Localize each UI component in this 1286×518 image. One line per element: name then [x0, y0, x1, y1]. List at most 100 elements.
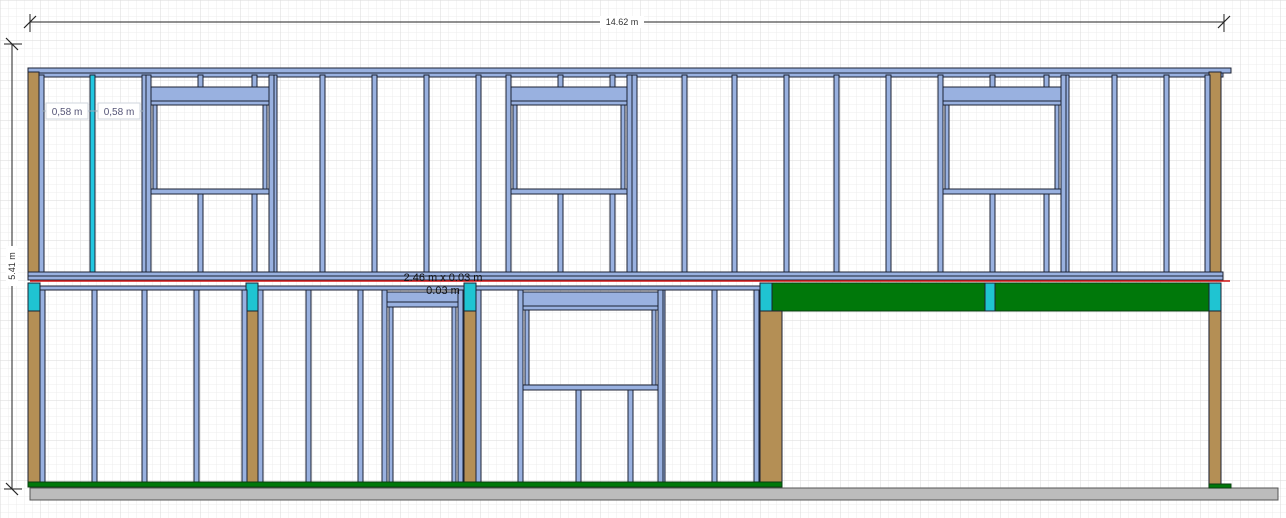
stud-lower-6[interactable] — [305, 289, 312, 483]
door-jack-right[interactable] — [451, 306, 457, 483]
window-0-king-right[interactable] — [268, 74, 275, 275]
window-0-sill[interactable] — [150, 188, 270, 195]
stud-upper-7[interactable] — [631, 74, 638, 275]
window-1-header[interactable] — [510, 86, 628, 102]
stud-upper-8[interactable] — [681, 74, 688, 275]
stud-upper-15[interactable] — [1163, 74, 1170, 275]
stud-lower-7[interactable] — [357, 289, 364, 483]
window-0-jack-right[interactable] — [262, 104, 268, 190]
window-2-cripple-top-a[interactable] — [989, 74, 996, 88]
window-lower-cripple-a[interactable] — [575, 389, 582, 483]
window-0-header-plate[interactable] — [150, 100, 270, 106]
window-2-king-left[interactable] — [937, 74, 944, 275]
window-2-jack-left[interactable] — [944, 104, 950, 190]
window-2-sill[interactable] — [942, 188, 1062, 195]
stud-lower-5[interactable] — [257, 289, 264, 483]
stud-upper-9[interactable] — [731, 74, 738, 275]
window-1-sill[interactable] — [510, 188, 628, 195]
ground-slab[interactable] — [29, 487, 1279, 501]
stud-upper-4[interactable] — [371, 74, 378, 275]
window-0-header[interactable] — [150, 86, 270, 102]
window-0-cripple-top-a[interactable] — [197, 74, 204, 88]
post-lower-2[interactable] — [463, 310, 477, 486]
post-lower-3[interactable] — [759, 310, 783, 486]
top-plate[interactable] — [27, 67, 1232, 74]
stud-lower-0[interactable] — [39, 289, 46, 483]
sole-plate-right[interactable] — [1208, 483, 1232, 489]
beam-size-label: 2.46 m x 0.03 m — [404, 272, 483, 284]
connector-2[interactable] — [245, 282, 259, 312]
window-lower-sill[interactable] — [522, 384, 659, 391]
window-lower-header[interactable] — [522, 291, 659, 307]
window-1-king-right[interactable] — [626, 74, 633, 275]
window-1-cripple-top-b[interactable] — [609, 74, 616, 88]
stud-upper-11[interactable] — [833, 74, 840, 275]
window-1-cripple-bottom-a[interactable] — [557, 193, 564, 275]
window-0-jack-left[interactable] — [152, 104, 158, 190]
stud-lower-8[interactable] — [475, 289, 482, 483]
post-upper-left[interactable] — [27, 71, 40, 276]
window-2-header-plate[interactable] — [942, 100, 1062, 106]
window-lower-jack-right[interactable] — [651, 309, 657, 386]
stud-lower-1[interactable] — [91, 289, 98, 483]
door-jack-left[interactable] — [388, 306, 394, 483]
window-1-jack-right[interactable] — [620, 104, 626, 190]
stud-upper-12[interactable] — [885, 74, 892, 275]
stud-lower-4[interactable] — [241, 289, 248, 483]
window-lower-header-plate[interactable] — [522, 305, 659, 311]
connector-3[interactable] — [463, 282, 477, 312]
window-0-cripple-top-b[interactable] — [251, 74, 258, 88]
window-2-jack-right[interactable] — [1054, 104, 1060, 190]
post-lower-4[interactable] — [1208, 310, 1222, 486]
window-1-header-plate[interactable] — [510, 100, 628, 106]
window-1-cripple-bottom-b[interactable] — [609, 193, 616, 275]
beam-thickness-label: 0.03 m — [426, 285, 460, 297]
stud-lower-10[interactable] — [711, 289, 718, 483]
stud-upper-5[interactable] — [423, 74, 430, 275]
sole-plate[interactable] — [27, 481, 783, 488]
window-1-cripple-top-a[interactable] — [557, 74, 564, 88]
window-2-header[interactable] — [942, 86, 1062, 102]
lower-top-plate-c[interactable] — [475, 285, 761, 291]
connector-4[interactable] — [759, 282, 773, 312]
door-king-left[interactable] — [381, 289, 388, 483]
width-dimension-label: 14.62 m — [606, 17, 639, 27]
window-2-king-right[interactable] — [1060, 74, 1067, 275]
window-0-cripple-bottom-b[interactable] — [251, 193, 258, 275]
floor-rim[interactable] — [27, 275, 1224, 281]
door-king-right[interactable] — [457, 289, 464, 483]
connector-left[interactable] — [27, 282, 41, 312]
window-lower-jack-left[interactable] — [524, 309, 530, 386]
stud-upper-6[interactable] — [475, 74, 482, 275]
window-2-cripple-bottom-a[interactable] — [989, 193, 996, 275]
connector-right[interactable] — [1208, 282, 1222, 312]
stud-upper-14[interactable] — [1111, 74, 1118, 275]
window-0-king-left[interactable] — [145, 74, 152, 275]
stud-upper-16[interactable] — [1204, 74, 1211, 275]
window-2-cripple-top-b[interactable] — [1043, 74, 1050, 88]
window-2-cripple-bottom-b[interactable] — [1043, 193, 1050, 275]
window-lower-cripple-b[interactable] — [627, 389, 634, 483]
stud-upper-0[interactable] — [38, 74, 45, 275]
door-header-plate[interactable] — [386, 301, 459, 308]
height-dimension-label: 5.41 m — [7, 252, 17, 280]
stud-upper-10[interactable] — [783, 74, 790, 275]
stud-upper-highlighted[interactable] — [89, 74, 96, 275]
window-lower-king-left[interactable] — [517, 289, 524, 483]
stud-lower-2[interactable] — [141, 289, 148, 483]
window-lower-king-right[interactable] — [657, 289, 664, 483]
post-lower-0[interactable] — [27, 310, 41, 486]
post-lower-1[interactable] — [245, 310, 259, 486]
window-0-cripple-bottom-a[interactable] — [197, 193, 204, 275]
upper-bottom-plate[interactable] — [27, 271, 1224, 277]
spacing-left-label: 0,58 m — [52, 107, 83, 118]
stud-upper-3[interactable] — [319, 74, 326, 275]
lower-top-plate-a[interactable] — [39, 285, 247, 291]
stud-lower-11[interactable] — [753, 289, 760, 483]
window-1-king-left[interactable] — [505, 74, 512, 275]
stud-lower-3[interactable] — [193, 289, 200, 483]
framing-elevation-canvas[interactable]: 14.62 m 5.41 m 0,58 m 0,58 m 2.46 m x 0.… — [0, 0, 1286, 518]
window-1-jack-left[interactable] — [512, 104, 518, 190]
post-upper-right[interactable] — [1208, 71, 1222, 276]
connector-5[interactable] — [984, 282, 996, 312]
